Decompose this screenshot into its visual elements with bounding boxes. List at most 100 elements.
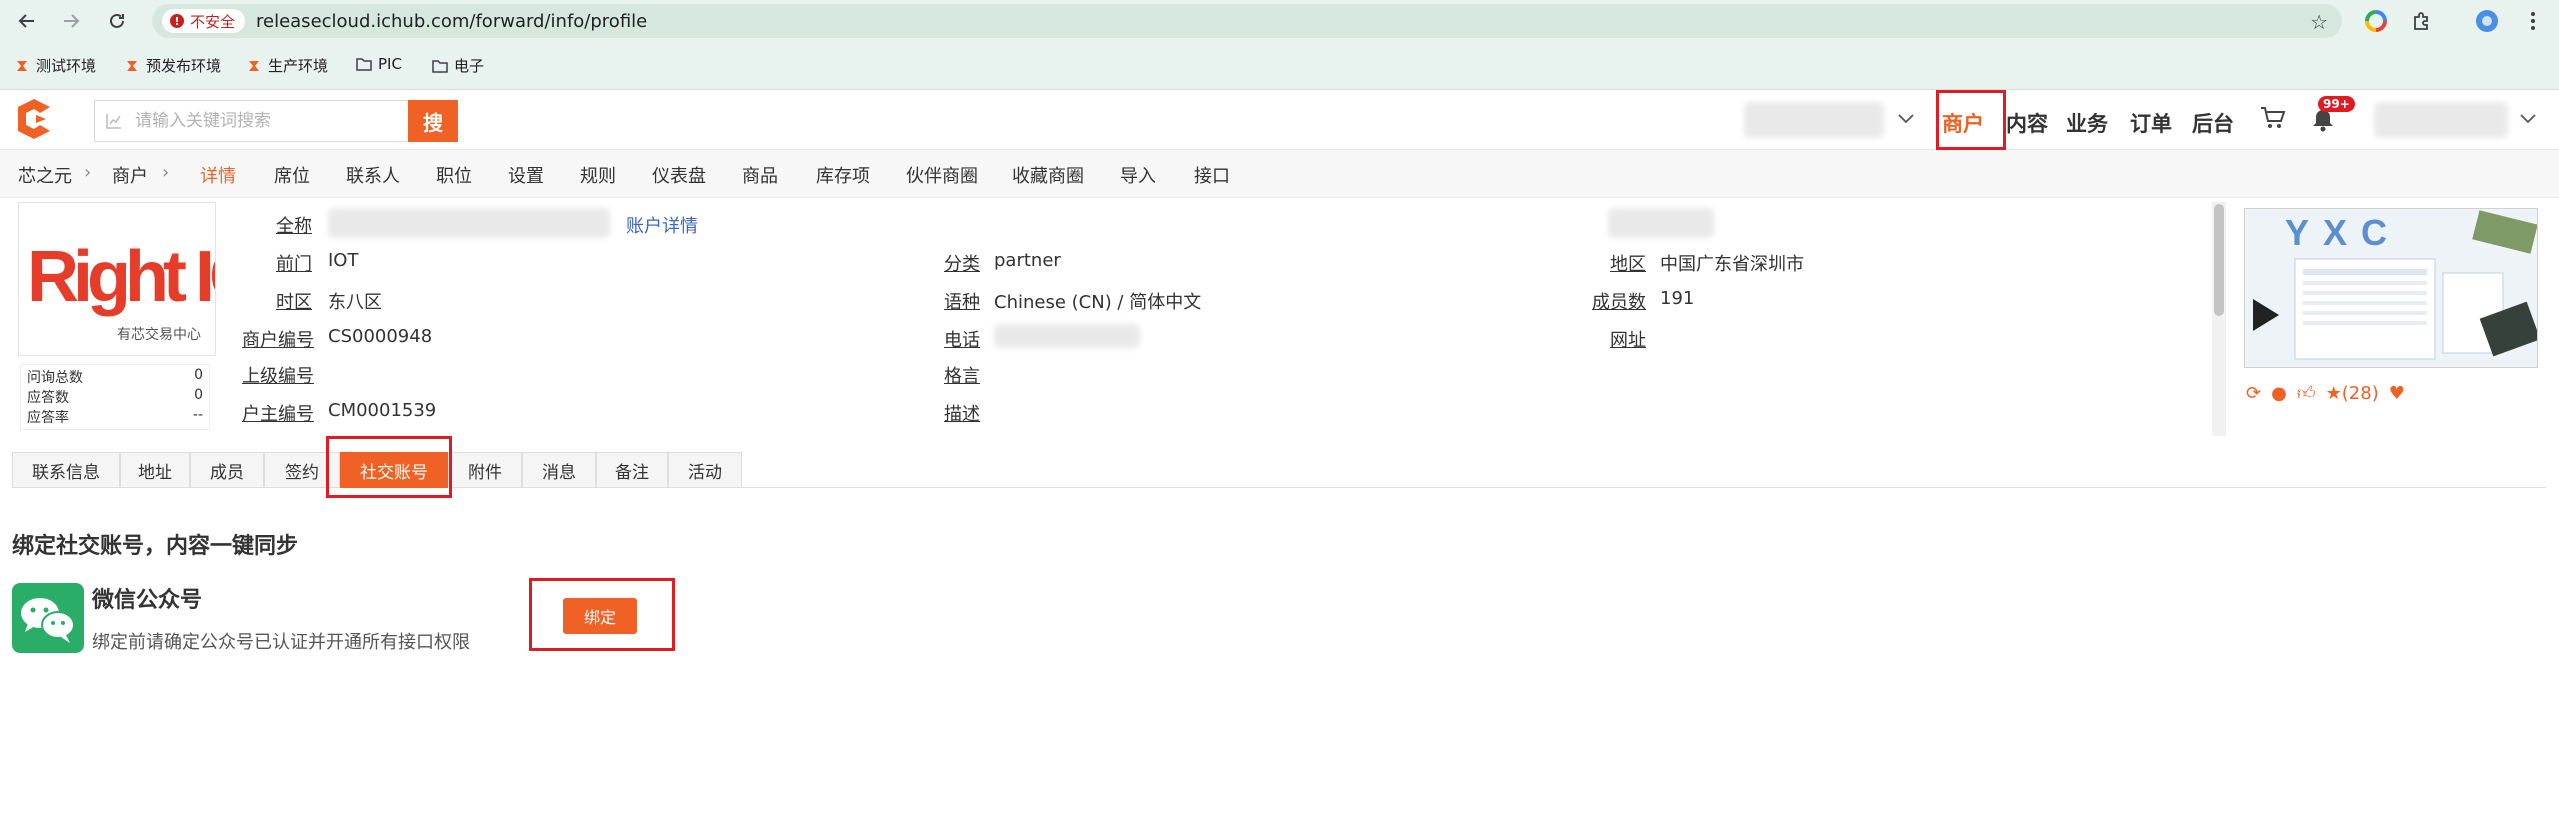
stat-label: 应答率	[27, 410, 69, 426]
profile-avatar-icon[interactable]	[2474, 8, 2500, 34]
subnav-rules[interactable]: 规则	[580, 162, 616, 188]
tab-address[interactable]: 地址	[120, 452, 190, 488]
description-label[interactable]: 描述	[944, 400, 980, 426]
chart-search-icon	[106, 114, 121, 129]
phone-label[interactable]: 电话	[944, 326, 980, 352]
user-account-menu[interactable]	[2374, 102, 2508, 138]
breadcrumb-root[interactable]: 芯之元	[18, 162, 72, 188]
forward-arrow-icon[interactable]	[58, 8, 84, 34]
subnav-inventory[interactable]: 库存项	[816, 162, 870, 188]
comment-icon[interactable]: ●	[2271, 383, 2287, 404]
subnav-import[interactable]: 导入	[1120, 162, 1156, 188]
breadcrumb-merchant[interactable]: 商户	[112, 162, 148, 188]
wechat-description: 绑定前请确定公众号已认证并开通所有接口权限	[92, 632, 470, 653]
refresh-icon[interactable]: ⟳	[2246, 383, 2261, 404]
members-value: 191	[1660, 288, 1695, 309]
social-section-title: 绑定社交账号，内容一键同步	[12, 534, 299, 559]
website-label[interactable]: 网址	[1610, 326, 1646, 352]
subnav-detail[interactable]: 详情	[200, 162, 236, 188]
merchant-highlight-box	[1936, 90, 2006, 150]
puzzle-extension-icon[interactable]	[2408, 8, 2434, 34]
bookmark-star-icon[interactable]: ☆	[2310, 10, 2328, 34]
menu-content[interactable]: 内容	[2006, 108, 2048, 138]
subnav-products[interactable]: 商品	[742, 162, 778, 188]
thumbs-up-icon[interactable]: 👍︎	[2297, 382, 2316, 404]
color-wheel-extension-icon[interactable]	[2363, 8, 2389, 34]
site-logo-icon[interactable]	[12, 97, 56, 141]
star-count: (28)	[2341, 382, 2379, 404]
scrollbar-thumb[interactable]	[2214, 204, 2224, 316]
owner-no-label[interactable]: 户主编号	[242, 400, 314, 426]
tab-attachments[interactable]: 附件	[448, 452, 522, 488]
tab-messages[interactable]: 消息	[522, 452, 596, 488]
url-text[interactable]: releasecloud.ichub.com/forward/info/prof…	[256, 11, 647, 32]
subnav-settings[interactable]: 设置	[508, 162, 544, 188]
subnav-api[interactable]: 接口	[1194, 162, 1230, 188]
profile-panel: Right IC 有芯交易中心 问询总数 0 应答数 0 应答率 -- 全称 账户详情…	[0, 198, 2559, 440]
bookmark-electronics[interactable]: 电子	[432, 55, 484, 76]
search-input[interactable]	[133, 101, 403, 141]
account-detail-link[interactable]: 账户详情	[626, 212, 698, 238]
header-value-blurred	[1608, 208, 1714, 238]
subnav-positions[interactable]: 职位	[436, 162, 472, 188]
company-logo-text: Right IC	[27, 237, 215, 317]
frontdoor-label[interactable]: 前门	[276, 250, 312, 276]
subnav-favorite-circle[interactable]: 收藏商圈	[1012, 162, 1084, 188]
motto-label[interactable]: 格言	[944, 362, 980, 388]
members-label[interactable]: 成员数	[1592, 288, 1646, 314]
app-logo-icon	[127, 60, 137, 71]
stat-value: --	[192, 407, 203, 423]
chevron-down-icon[interactable]	[1898, 114, 1914, 124]
address-bar[interactable]: ! 不安全 releasecloud.ichub.com/forward/inf…	[152, 4, 2342, 38]
timezone-label[interactable]: 时区	[276, 288, 312, 314]
full-name-label[interactable]: 全称	[276, 212, 312, 238]
bookmark-pic[interactable]: PIC	[356, 55, 402, 73]
subnav-seats[interactable]: 席位	[274, 162, 310, 188]
reload-icon[interactable]	[104, 8, 130, 34]
wechat-icon	[12, 583, 84, 653]
bookmark-test-env[interactable]: 测试环境	[14, 55, 96, 76]
org-selector[interactable]	[1744, 102, 1884, 138]
language-label[interactable]: 语种	[944, 288, 980, 314]
region-value: 中国广东省深圳市	[1660, 254, 1804, 275]
star-icon[interactable]: ★(28)	[2326, 383, 2379, 404]
owner-no-value: CM0001539	[328, 400, 437, 421]
tab-members[interactable]: 成员	[190, 452, 264, 488]
timezone-value: 东八区	[328, 292, 382, 313]
search-button[interactable]: 搜	[408, 100, 458, 142]
bookmark-prod-env[interactable]: 生产环境	[246, 55, 328, 76]
menu-backend[interactable]: 后台	[2192, 108, 2234, 138]
bookmark-pre-env[interactable]: 预发布环境	[124, 55, 221, 76]
tab-notes[interactable]: 备注	[596, 452, 668, 488]
merchant-no-value: CS0000948	[328, 326, 433, 347]
parent-no-label[interactable]: 上级编号	[242, 362, 314, 388]
warning-icon: !	[170, 14, 184, 28]
wechat-name: 微信公众号	[92, 588, 203, 613]
merchant-no-label[interactable]: 商户编号	[242, 326, 314, 352]
stat-value: 0	[194, 387, 203, 403]
subnav-partner-circle[interactable]: 伙伴商圈	[906, 162, 978, 188]
chevron-down-icon[interactable]	[2520, 114, 2536, 124]
bookmark-label: PIC	[378, 55, 402, 73]
bookmark-label: 测试环境	[36, 57, 97, 75]
cart-icon[interactable]	[2260, 106, 2286, 130]
chevron-right-icon: ›	[162, 162, 170, 183]
notification-badge: 99+	[2318, 96, 2355, 112]
subnav-contacts[interactable]: 联系人	[346, 162, 400, 188]
menu-orders[interactable]: 订单	[2130, 108, 2172, 138]
kebab-menu-icon[interactable]	[2520, 8, 2546, 34]
action-icons: ⟳ ● 👍︎ ★(28) ♥	[2246, 382, 2405, 405]
heart-icon[interactable]: ♥	[2389, 383, 2405, 404]
menu-business[interactable]: 业务	[2066, 108, 2108, 138]
security-label: 不安全	[190, 12, 236, 31]
security-chip[interactable]: ! 不安全	[162, 9, 246, 33]
tab-contact-info[interactable]: 联系信息	[12, 452, 120, 488]
back-arrow-icon[interactable]	[14, 8, 40, 34]
category-label[interactable]: 分类	[944, 250, 980, 276]
chevron-right-icon: ›	[84, 162, 92, 183]
subnav-dashboard[interactable]: 仪表盘	[652, 162, 706, 188]
tab-activities[interactable]: 活动	[668, 452, 742, 488]
video-preview[interactable]: YXC	[2244, 208, 2538, 368]
language-value: Chinese (CN) / 简体中文	[994, 292, 1202, 313]
region-label[interactable]: 地区	[1610, 250, 1646, 276]
